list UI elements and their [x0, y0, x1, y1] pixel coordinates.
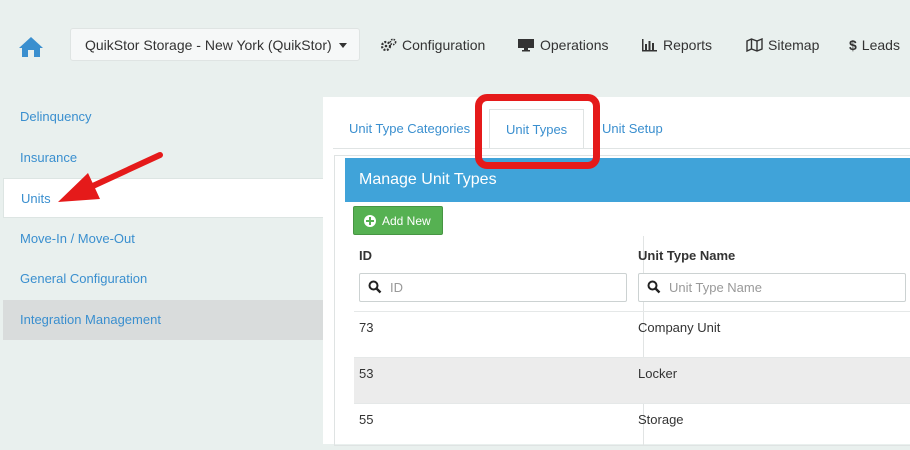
location-select[interactable]: QuikStor Storage - New York (QuikStor) — [70, 28, 360, 61]
column-header-unit-type-name[interactable]: Unit Type Name — [638, 248, 735, 263]
search-icon — [368, 280, 382, 294]
plus-circle-icon — [364, 214, 376, 227]
cell-unit-type-name: Company Unit — [638, 320, 721, 335]
unit-types-card: Manage Unit Types Add New ID Unit Type N… — [334, 155, 910, 446]
cell-unit-type-name: Locker — [638, 366, 678, 381]
tab-unit-type-categories[interactable]: Unit Type Categories — [349, 121, 470, 136]
map-icon — [746, 38, 763, 52]
add-new-label: Add New — [382, 213, 431, 228]
top-navigation: QuikStor Storage - New York (QuikStor) C… — [0, 0, 910, 90]
dollar-icon: $ — [849, 37, 857, 53]
unit-type-name-filter-placeholder: Unit Type Name — [669, 280, 762, 295]
highlight-box — [475, 94, 600, 169]
sidebar-item-move-in-move-out[interactable]: Move-In / Move-Out — [3, 219, 323, 259]
nav-leads[interactable]: $ Leads — [849, 37, 900, 53]
table-row[interactable]: 55 Storage — [354, 403, 910, 450]
nav-operations-label: Operations — [540, 37, 609, 53]
nav-sitemap-label: Sitemap — [768, 37, 820, 53]
nav-reports[interactable]: Reports — [641, 37, 712, 53]
monitor-icon — [518, 39, 534, 52]
main-content: Unit Type Categories Unit Types Unit Set… — [323, 97, 910, 446]
location-select-value: QuikStor Storage - New York (QuikStor) — [85, 37, 332, 53]
nav-configuration[interactable]: Configuration — [381, 37, 485, 53]
cell-id: 73 — [359, 320, 374, 335]
id-filter-placeholder: ID — [390, 280, 403, 295]
sidebar-item-label: Insurance — [20, 150, 78, 165]
nav-operations[interactable]: Operations — [517, 37, 608, 53]
sidebar-item-label: Delinquency — [20, 109, 92, 124]
sidebar-item-integration-management[interactable]: Integration Management — [3, 300, 323, 340]
sidebar-item-label: General Configuration — [20, 271, 148, 286]
tab-divider — [333, 148, 910, 149]
tab-unit-setup[interactable]: Unit Setup — [602, 121, 663, 136]
table-row[interactable]: 73 Company Unit — [354, 311, 910, 358]
nav-reports-label: Reports — [663, 37, 713, 53]
card-title: Manage Unit Types — [345, 158, 910, 202]
caret-down-icon — [339, 43, 347, 48]
bar-chart-icon — [642, 39, 657, 52]
sidebar-item-label: Move-In / Move-Out — [20, 231, 135, 246]
unit-types-grid: ID Unit Type Name ID Unit Type Name 73 C… — [354, 236, 910, 445]
id-filter-input[interactable]: ID — [359, 273, 627, 302]
gears-icon — [381, 38, 397, 52]
column-header-id[interactable]: ID — [359, 248, 372, 263]
table-row[interactable]: 53 Locker — [354, 357, 910, 404]
sidebar-item-delinquency[interactable]: Delinquency — [3, 97, 323, 137]
unit-type-name-filter-input[interactable]: Unit Type Name — [638, 273, 906, 302]
sidebar-item-label: Units — [21, 191, 51, 206]
cell-id: 53 — [359, 366, 374, 381]
sidebar-item-insurance[interactable]: Insurance — [3, 138, 323, 178]
nav-sitemap[interactable]: Sitemap — [746, 37, 819, 53]
cell-id: 55 — [359, 412, 374, 427]
add-new-button[interactable]: Add New — [353, 206, 443, 235]
home-icon[interactable] — [18, 35, 44, 59]
search-icon — [647, 280, 661, 294]
nav-leads-label: Leads — [861, 37, 900, 53]
sidebar-item-label: Integration Management — [20, 312, 161, 327]
sidebar-item-units[interactable]: Units — [3, 178, 323, 218]
cell-unit-type-name: Storage — [638, 412, 684, 427]
sidebar-item-general-configuration[interactable]: General Configuration — [3, 259, 323, 299]
nav-configuration-label: Configuration — [402, 37, 486, 53]
